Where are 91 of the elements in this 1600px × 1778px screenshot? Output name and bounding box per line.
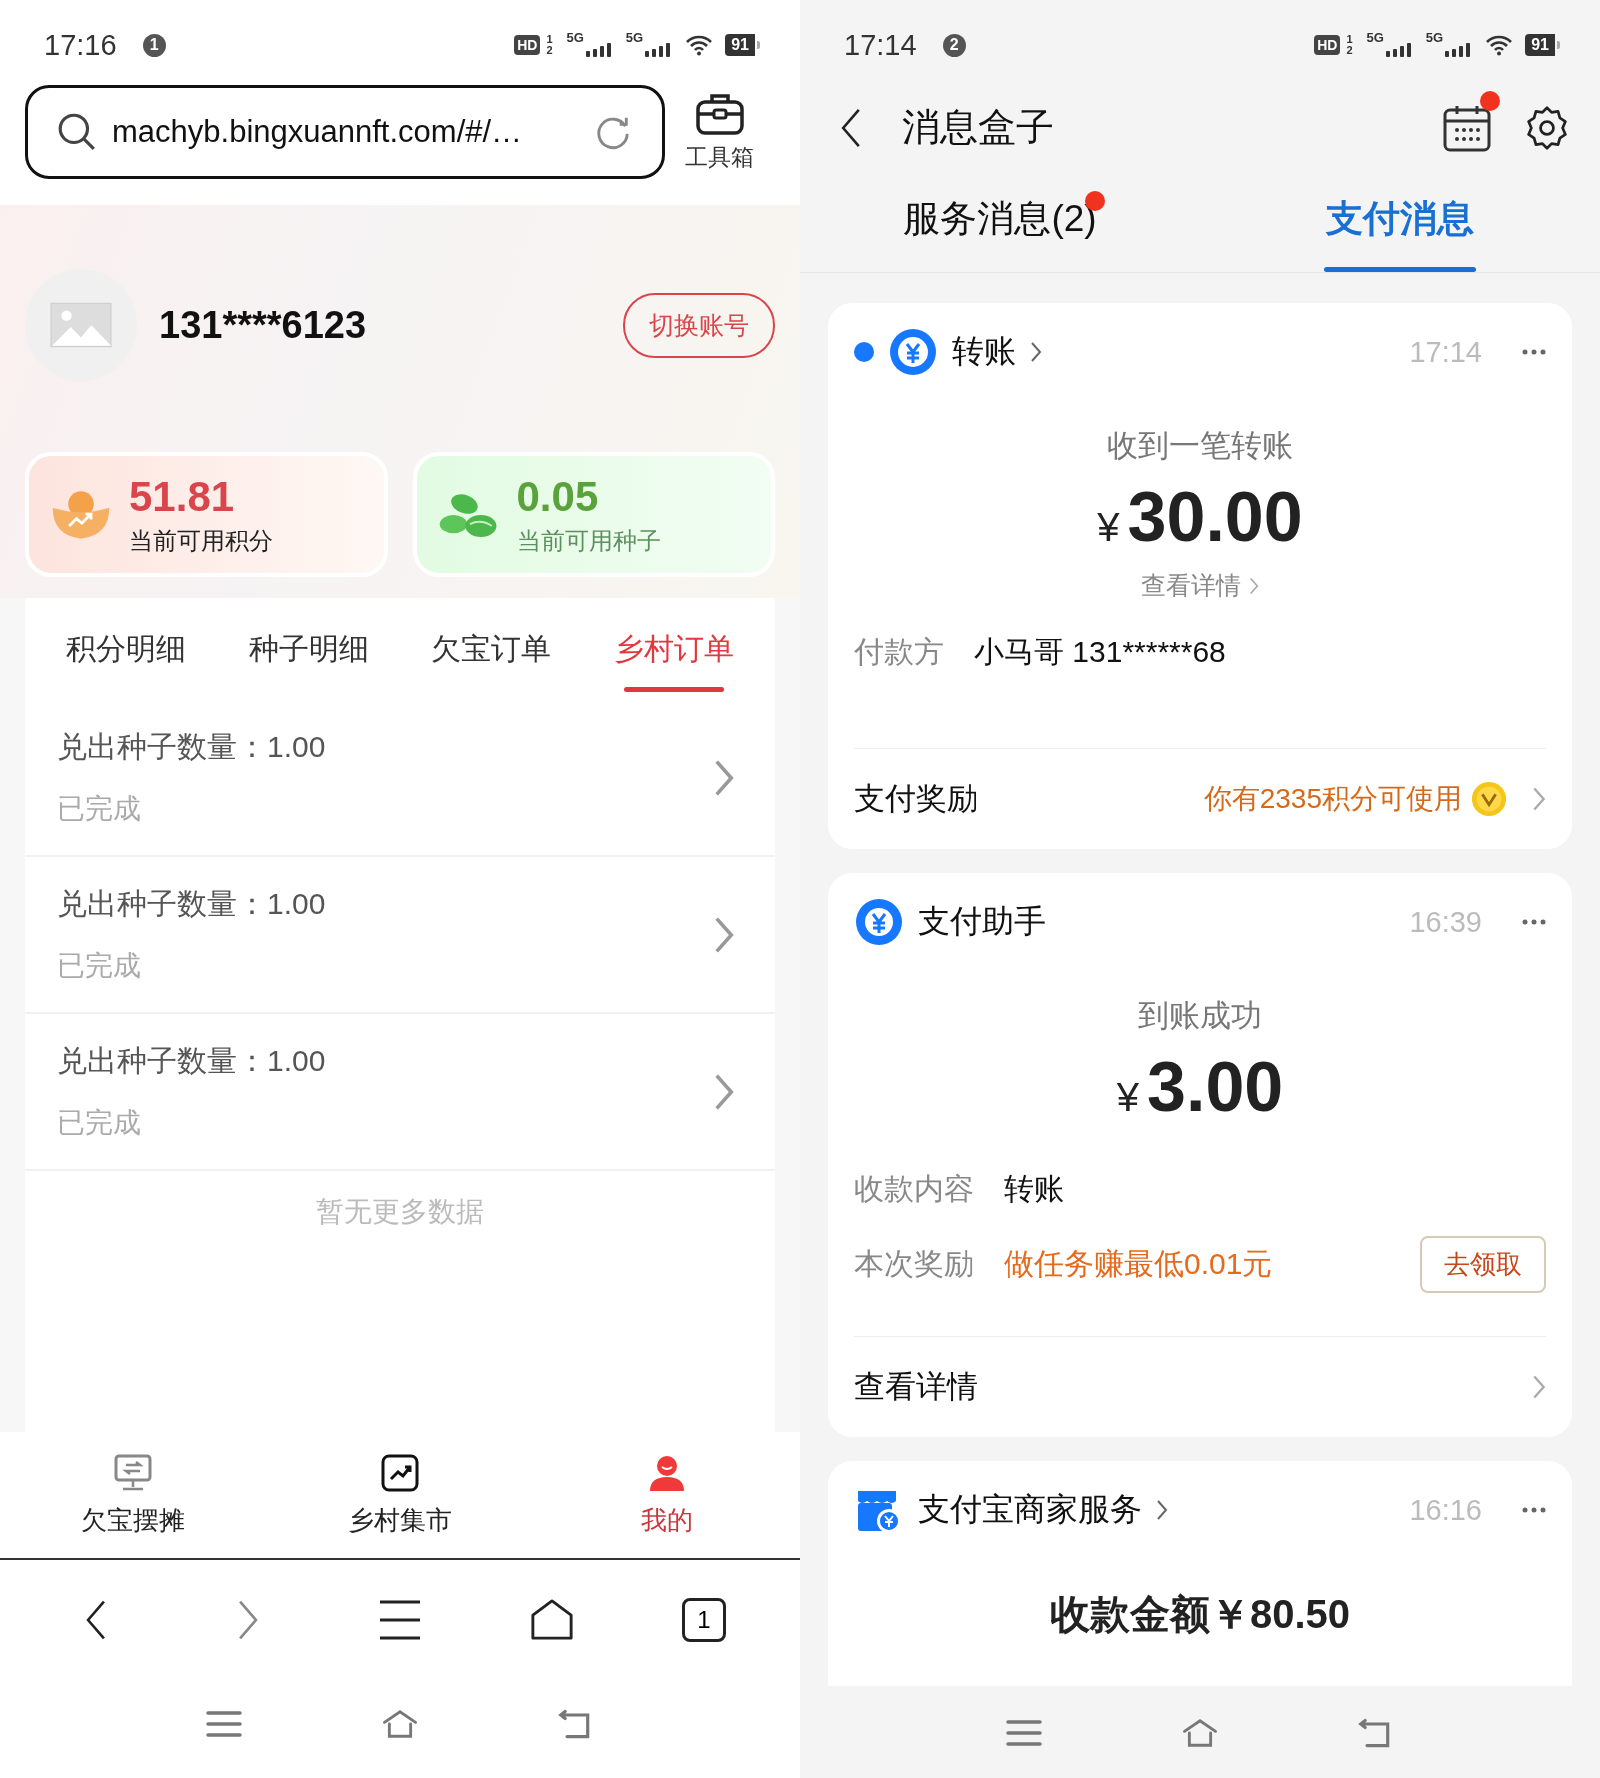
order-status: 已完成 bbox=[57, 949, 142, 983]
field-value: 做任务赚最低0.01元 bbox=[1004, 1246, 1273, 1282]
signal-icon bbox=[1385, 43, 1412, 57]
image-icon bbox=[50, 302, 112, 348]
message-headline: 到账成功 bbox=[1137, 997, 1263, 1035]
phone-number: 131****6123 bbox=[159, 303, 367, 347]
order-title: 兑出种子数量：1.00 bbox=[57, 1043, 327, 1079]
network-type: 5G bbox=[1425, 30, 1444, 45]
toolbox-button[interactable]: 工具箱 bbox=[685, 92, 754, 173]
notification-count: 1 bbox=[142, 33, 166, 57]
search-icon bbox=[56, 111, 98, 153]
clock-time: 17:14 bbox=[844, 28, 917, 62]
field-label: 本次奖励 bbox=[854, 1246, 974, 1282]
view-details-label: 查看详情 bbox=[854, 1368, 978, 1406]
empty-note: 暂无更多数据 bbox=[315, 1195, 485, 1229]
order-status: 已完成 bbox=[57, 1106, 142, 1140]
amount: ¥30.00 bbox=[1096, 477, 1304, 557]
sender-name[interactable]: 支付宝商家服务 bbox=[918, 1488, 1142, 1532]
more-icon[interactable] bbox=[1522, 1507, 1546, 1513]
amount-summary: 收款金额￥80.50 bbox=[1048, 1591, 1352, 1638]
tab[interactable]: 种子明细 bbox=[240, 598, 377, 700]
network-type: 5G bbox=[566, 30, 584, 45]
chevron-right-icon bbox=[1532, 1373, 1546, 1401]
tab-count-button[interactable]: 1 bbox=[682, 1598, 726, 1642]
wifi-icon bbox=[685, 34, 714, 56]
tab[interactable]: 支付消息 bbox=[1324, 165, 1476, 272]
stat-value: 51.81 bbox=[129, 472, 236, 521]
field-value: 小马哥 131******68 bbox=[974, 634, 1226, 670]
reward-row[interactable]: 支付奖励 你有2335积分可使用 bbox=[854, 748, 1546, 849]
sender-name[interactable]: 支付助手 bbox=[918, 900, 1046, 944]
chevron-right-icon bbox=[1532, 785, 1546, 813]
tab[interactable]: 欠宝订单 bbox=[423, 598, 560, 700]
nav-item[interactable]: 欠宝摆摊 bbox=[33, 1452, 234, 1538]
reward-label: 支付奖励 bbox=[854, 780, 978, 818]
signal-icon bbox=[645, 43, 672, 57]
page-title: 消息盒子 bbox=[902, 105, 1054, 150]
field-value: 转账 bbox=[1004, 1171, 1064, 1207]
monitor-icon bbox=[113, 1452, 154, 1493]
signal-icon bbox=[585, 43, 612, 57]
network-type: 5G bbox=[1366, 30, 1384, 45]
view-details-link[interactable]: 查看详情 bbox=[1141, 569, 1259, 602]
reward-value: 你有2335积分可使用 bbox=[1203, 782, 1462, 816]
amount: ¥3.00 bbox=[1115, 1047, 1285, 1127]
coin-icon bbox=[1470, 780, 1508, 818]
message-time: 16:16 bbox=[1409, 1493, 1482, 1527]
yuan-coin-icon bbox=[854, 897, 904, 947]
field-label: 付款方 bbox=[854, 634, 944, 670]
stat-label: 当前可用积分 bbox=[129, 525, 273, 556]
message-time: 16:39 bbox=[1409, 905, 1482, 939]
sim-number: 1 bbox=[546, 34, 553, 45]
sim-number: 1 bbox=[1346, 34, 1353, 45]
order-title: 兑出种子数量：1.00 bbox=[57, 729, 327, 765]
nav-item[interactable]: 乡村集市 bbox=[300, 1452, 500, 1538]
clock-time: 17:16 bbox=[44, 28, 117, 62]
sim-number: 2 bbox=[1346, 45, 1353, 56]
stat-value: 0.05 bbox=[516, 472, 600, 521]
order-row[interactable]: 兑出种子数量：1.00 已完成 bbox=[25, 857, 775, 1014]
order-title: 兑出种子数量：1.00 bbox=[57, 886, 327, 922]
tab[interactable]: 乡村订单 bbox=[605, 598, 742, 700]
tab[interactable]: 积分明细 bbox=[58, 598, 195, 700]
sim-number: 2 bbox=[546, 45, 553, 56]
battery-indicator: 91 bbox=[1525, 34, 1560, 56]
settings-icon[interactable] bbox=[1524, 104, 1570, 151]
field-label: 收款内容 bbox=[854, 1171, 974, 1207]
transfer-icon bbox=[888, 327, 938, 377]
sender-name[interactable]: 转账 bbox=[952, 330, 1016, 374]
order-status: 已完成 bbox=[57, 792, 142, 826]
battery-indicator: 91 bbox=[725, 34, 760, 56]
claim-button[interactable]: 去领取 bbox=[1420, 1236, 1546, 1293]
more-icon[interactable] bbox=[1522, 919, 1546, 925]
network-type: 5G bbox=[625, 30, 644, 45]
wifi-icon bbox=[1485, 34, 1514, 56]
notification-count: 2 bbox=[942, 33, 966, 57]
address-bar[interactable]: machyb.bingxuannft.com/#/… bbox=[25, 85, 665, 179]
view-details-row[interactable]: 查看详情 bbox=[854, 1336, 1546, 1437]
order-row[interactable]: 兑出种子数量：1.00 已完成 bbox=[25, 1014, 775, 1171]
menu-icon[interactable] bbox=[378, 1598, 422, 1642]
order-row[interactable]: 兑出种子数量：1.00 已完成 bbox=[25, 700, 775, 857]
hd-indicator: HD bbox=[1314, 35, 1341, 55]
message-time: 17:14 bbox=[1409, 335, 1482, 369]
signal-icon bbox=[1445, 43, 1472, 57]
chevron-right-icon bbox=[1249, 575, 1259, 596]
message-headline: 收到一笔转账 bbox=[1106, 427, 1294, 465]
home-icon[interactable] bbox=[530, 1598, 574, 1642]
switch-account-button[interactable]: 切换账号 bbox=[623, 292, 775, 358]
hd-indicator: HD bbox=[514, 35, 541, 55]
tab[interactable]: 服务消息(2) bbox=[901, 165, 1099, 272]
more-icon[interactable] bbox=[1522, 349, 1546, 355]
stat-label: 当前可用种子 bbox=[516, 525, 661, 556]
trend-chart-icon bbox=[380, 1452, 420, 1493]
nav-item[interactable]: 我的 bbox=[566, 1452, 767, 1538]
